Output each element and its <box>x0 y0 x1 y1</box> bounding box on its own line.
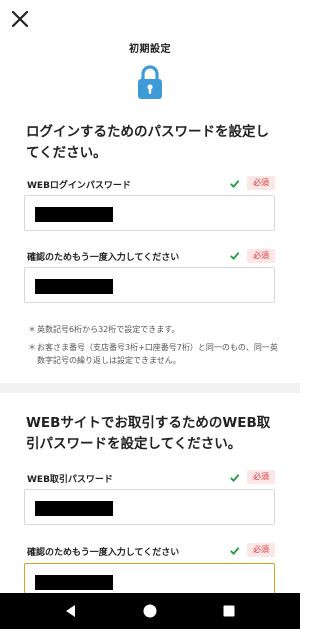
note-item: ＊ 英数記号6桁から32桁で設定できます。 <box>28 325 180 334</box>
web-trade-password-input[interactable] <box>24 489 275 525</box>
required-badge: 必須 <box>247 176 275 190</box>
lock-icon <box>138 65 162 99</box>
recents-icon[interactable] <box>219 601 239 621</box>
check-icon <box>230 180 240 189</box>
confirm-trade-password-label: 確認のためもう一度入力してください <box>27 548 180 558</box>
section1-heading: ログインするためのパスワードを設定してください。 <box>26 124 269 161</box>
required-badge: 必須 <box>247 470 275 484</box>
check-icon <box>230 547 240 556</box>
web-login-password-input[interactable] <box>24 195 275 231</box>
check-icon <box>230 252 240 261</box>
top-bar <box>0 0 300 40</box>
system-nav-bar <box>0 593 300 629</box>
confirm-login-password-input[interactable] <box>24 267 275 303</box>
section2-heading: WEBサイトでお取引するためのWEB取引パスワードを設定してください。 <box>26 415 271 452</box>
page-title: 初期設定 <box>129 44 171 55</box>
masked-value <box>35 501 113 516</box>
check-icon <box>230 474 240 483</box>
home-icon[interactable] <box>140 601 160 621</box>
back-icon[interactable] <box>61 601 81 621</box>
masked-value <box>35 279 113 294</box>
required-badge: 必須 <box>247 249 275 263</box>
masked-value <box>35 575 113 590</box>
web-login-password-label: WEBログインパスワード <box>27 181 131 191</box>
password-notes: ＊ 英数記号6桁から32桁で設定できます。 ＊ お客さま番号（支店番号3桁+口座… <box>28 323 280 372</box>
required-badge: 必須 <box>247 543 275 557</box>
web-trade-password-label: WEB取引パスワード <box>27 475 113 485</box>
confirm-login-password-label: 確認のためもう一度入力してください <box>27 253 180 263</box>
section-divider <box>0 383 300 393</box>
masked-value <box>35 207 113 222</box>
note-item: ＊ お客さま番号（支店番号3桁+口座番号7桁）と同一のもの、同一英数字記号の繰り… <box>28 343 278 365</box>
close-icon[interactable] <box>8 7 32 31</box>
